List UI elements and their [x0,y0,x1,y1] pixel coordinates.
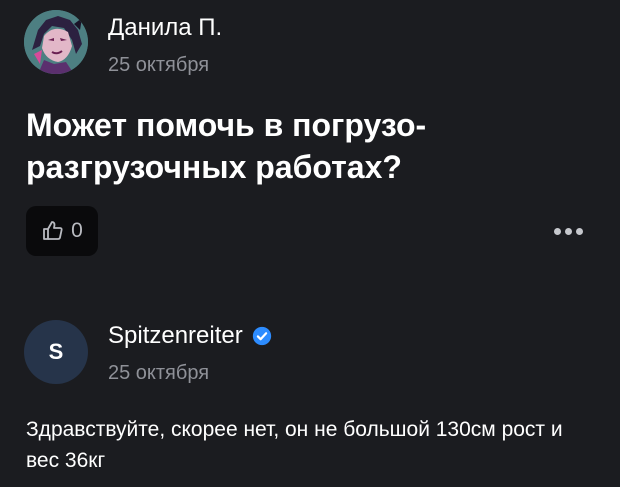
discussion-thread: Данила П. 25 октября Может помочь в погр… [0,0,620,487]
answer-post: S Spitzenreiter 25 октября Здравствуйте,… [0,300,620,487]
question-post: Данила П. 25 октября Может помочь в погр… [0,0,620,280]
more-options-button[interactable] [550,218,586,244]
question-author-name[interactable]: Данила П. [108,14,222,42]
more-dot [553,227,561,235]
avatar-illustration [24,10,88,74]
like-button[interactable]: 0 [26,206,98,256]
thumbs-up-icon [43,221,63,240]
answer-avatar[interactable]: S [24,320,88,384]
verified-badge-icon [252,326,271,346]
avatar-initial: S [48,339,64,364]
answer-author-name[interactable]: Spitzenreiter [108,322,243,350]
question-title: Может помочь в погрузо-разгрузочных рабо… [26,107,427,185]
like-count: 0 [71,219,83,242]
more-dot [575,227,583,235]
user-avatar[interactable] [24,10,88,74]
answer-text: Здравствуйте, скорее нет, он не большой … [26,418,563,472]
question-date: 25 октября [108,54,210,76]
more-dot [564,227,572,235]
answer-date: 25 октября [108,362,210,384]
answer-author-row: Spitzenreiter [108,322,273,350]
